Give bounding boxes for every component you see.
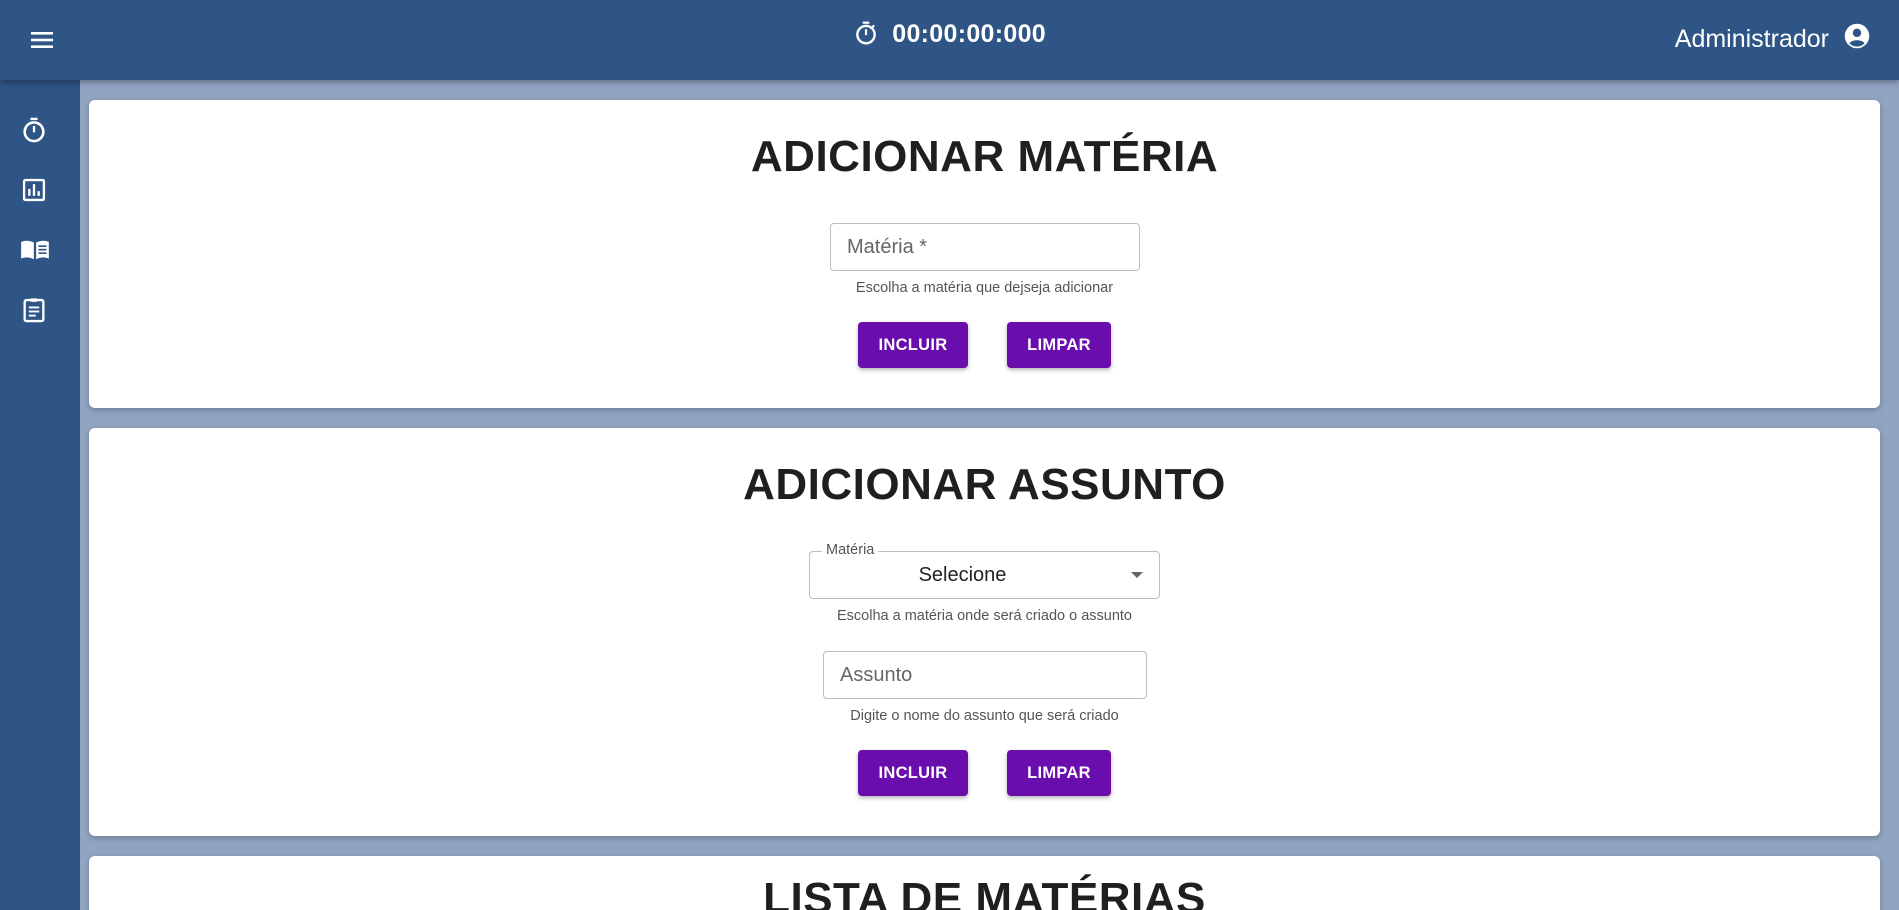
subject-field[interactable] [830,223,1140,271]
add-topic-title: ADICIONAR ASSUNTO [743,460,1226,509]
subject-input[interactable] [831,224,1139,270]
timer-icon [853,20,892,48]
sidebar-item-timer[interactable] [20,116,48,144]
clipboard-list-icon [20,298,48,328]
stopwatch-display: 00:00:00:000 [0,20,1899,49]
chevron-down-icon [1131,572,1143,578]
subject-select-helper-text: Escolha a matéria onde será criado o ass… [836,608,1132,624]
user-name: Administrador [1674,25,1829,53]
subject-list-title: LISTA DE MATÉRIAS [763,874,1206,910]
account-circle-icon[interactable] [1829,22,1871,57]
add-subject-card: ADICIONAR MATÉRIA Escolha a matéria que … [89,100,1880,408]
subject-helper-text: Escolha a matéria que dejseja adicionar [855,280,1114,296]
sidebar-item-tasks[interactable] [20,296,48,324]
sidebar-item-subjects[interactable] [20,236,49,264]
add-subject-title: ADICIONAR MATÉRIA [750,132,1219,181]
subject-select-value: Selecione [918,564,1007,586]
topic-helper-text: Digite o nome do assunto que será criado [850,708,1119,724]
sidebar-item-statistics[interactable] [20,176,48,204]
bar-chart-icon [20,178,48,208]
subject-select[interactable]: Matéria Selecione [809,542,1160,599]
timer-value: 00:00:00:000 [892,20,1046,48]
clear-topic-button[interactable]: LIMPAR [1007,750,1111,796]
clear-subject-button[interactable]: LIMPAR [1007,322,1111,368]
topic-field[interactable] [823,651,1147,699]
sidebar [0,80,80,910]
timer-icon [20,117,48,148]
user-menu[interactable]: Administrador [1675,22,1871,57]
include-subject-button[interactable]: INCLUIR [858,322,968,368]
subject-list-card: LISTA DE MATÉRIAS [89,856,1880,910]
topic-input[interactable] [824,652,1146,698]
add-topic-card: ADICIONAR ASSUNTO Matéria Selecione Esco… [89,428,1880,836]
book-open-icon [20,240,50,268]
include-topic-button[interactable]: INCLUIR [858,750,968,796]
top-app-bar: 00:00:00:000 Administrador [0,0,1899,80]
subject-select-label: Matéria [822,542,879,558]
